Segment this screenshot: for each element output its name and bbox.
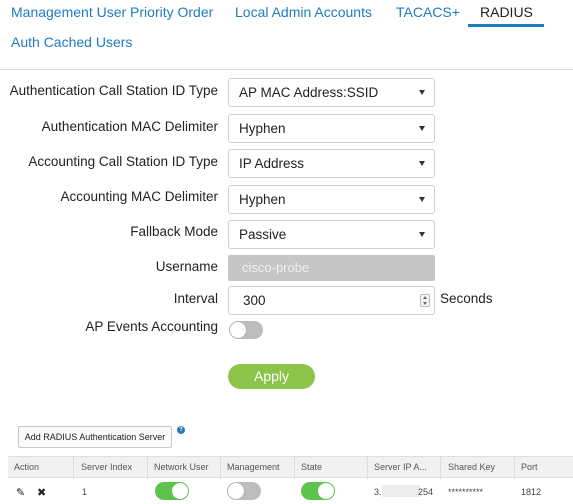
acct-mac-delimiter-value: Hyphen [239, 192, 286, 207]
tab-tacacs[interactable]: TACACS+ [396, 4, 460, 20]
column-header-port[interactable]: Port [521, 462, 538, 472]
delete-icon[interactable]: ✖ [37, 486, 46, 499]
management-toggle[interactable] [227, 482, 261, 500]
port-cell: 1812 [521, 487, 542, 497]
tab-auth-cached-users[interactable]: Auth Cached Users [11, 34, 132, 50]
dropdown-caret-icon [419, 232, 425, 237]
redacted-ip-block [382, 485, 420, 497]
column-divider [440, 457, 441, 479]
toggle-knob [318, 483, 334, 499]
auth-call-station-id-type-select[interactable]: AP MAC Address:SSID [228, 78, 435, 107]
auth-call-station-id-type-label: Authentication Call Station ID Type [9, 83, 218, 98]
fallback-mode-value: Passive [239, 227, 287, 242]
servers-table-header: Action Server Index Network User Managem… [8, 456, 573, 479]
auth-mac-delimiter-label: Authentication MAC Delimiter [41, 119, 218, 134]
interval-unit: Seconds [440, 291, 493, 306]
network-user-toggle[interactable] [155, 482, 189, 500]
dropdown-caret-icon [419, 161, 425, 166]
column-header-state[interactable]: State [301, 462, 322, 472]
server-ip-prefix: 3. [374, 487, 382, 497]
column-header-management[interactable]: Management [227, 462, 280, 472]
tab-management-user-priority-order[interactable]: Management User Priority Order [11, 4, 213, 20]
column-header-shared-key[interactable]: Shared Key [448, 462, 495, 472]
auth-mac-delimiter-select[interactable]: Hyphen [228, 114, 435, 143]
column-header-server-index[interactable]: Server Index [81, 462, 132, 472]
interval-label: Interval [173, 291, 218, 306]
interval-input[interactable]: 300 [228, 286, 435, 315]
acct-call-station-id-type-value: IP Address [239, 156, 305, 171]
interval-value: 300 [243, 293, 266, 308]
column-divider [147, 457, 148, 479]
ap-events-accounting-label: AP Events Accounting [85, 319, 218, 334]
dropdown-caret-icon [419, 197, 425, 202]
tab-bar: Management User Priority Order Local Adm… [0, 0, 573, 70]
help-icon[interactable]: ? [177, 426, 185, 434]
acct-call-station-id-type-label: Accounting Call Station ID Type [28, 154, 218, 169]
tab-local-admin-accounts[interactable]: Local Admin Accounts [235, 4, 372, 20]
acct-call-station-id-type-select[interactable]: IP Address [228, 149, 435, 178]
server-ip-suffix: 254 [418, 487, 434, 497]
toggle-knob [230, 322, 246, 338]
shared-key-cell: ********** [448, 487, 484, 497]
tab-radius[interactable]: RADIUS [480, 4, 533, 20]
username-value: cisco-probe [242, 260, 310, 275]
fallback-mode-select[interactable]: Passive [228, 220, 435, 249]
toggle-knob [228, 483, 244, 499]
active-tab-indicator [468, 24, 544, 27]
server-index-cell: 1 [82, 487, 88, 497]
toggle-knob [172, 483, 188, 499]
column-header-action[interactable]: Action [14, 462, 39, 472]
auth-mac-delimiter-value: Hyphen [239, 121, 286, 136]
ap-events-accounting-toggle[interactable] [229, 321, 263, 339]
spinner-icon[interactable] [420, 294, 430, 307]
edit-icon[interactable]: ✎ [16, 486, 25, 499]
column-divider [294, 457, 295, 479]
acct-mac-delimiter-select[interactable]: Hyphen [228, 185, 435, 214]
acct-mac-delimiter-label: Accounting MAC Delimiter [60, 189, 218, 204]
column-header-network-user[interactable]: Network User [154, 462, 209, 472]
add-radius-authentication-server-button[interactable]: Add RADIUS Authentication Server [18, 426, 172, 448]
dropdown-caret-icon [419, 126, 425, 131]
state-toggle[interactable] [301, 482, 335, 500]
column-divider [220, 457, 221, 479]
column-divider [367, 457, 368, 479]
dropdown-caret-icon [419, 90, 425, 95]
username-field: cisco-probe [228, 255, 435, 281]
column-divider [514, 457, 515, 479]
username-label: Username [155, 259, 218, 274]
apply-button[interactable]: Apply [228, 364, 315, 389]
column-header-server-ip[interactable]: Server IP A... [374, 462, 427, 472]
column-divider [73, 457, 74, 479]
auth-call-station-id-type-value: AP MAC Address:SSID [239, 85, 379, 100]
fallback-mode-label: Fallback Mode [130, 224, 218, 239]
